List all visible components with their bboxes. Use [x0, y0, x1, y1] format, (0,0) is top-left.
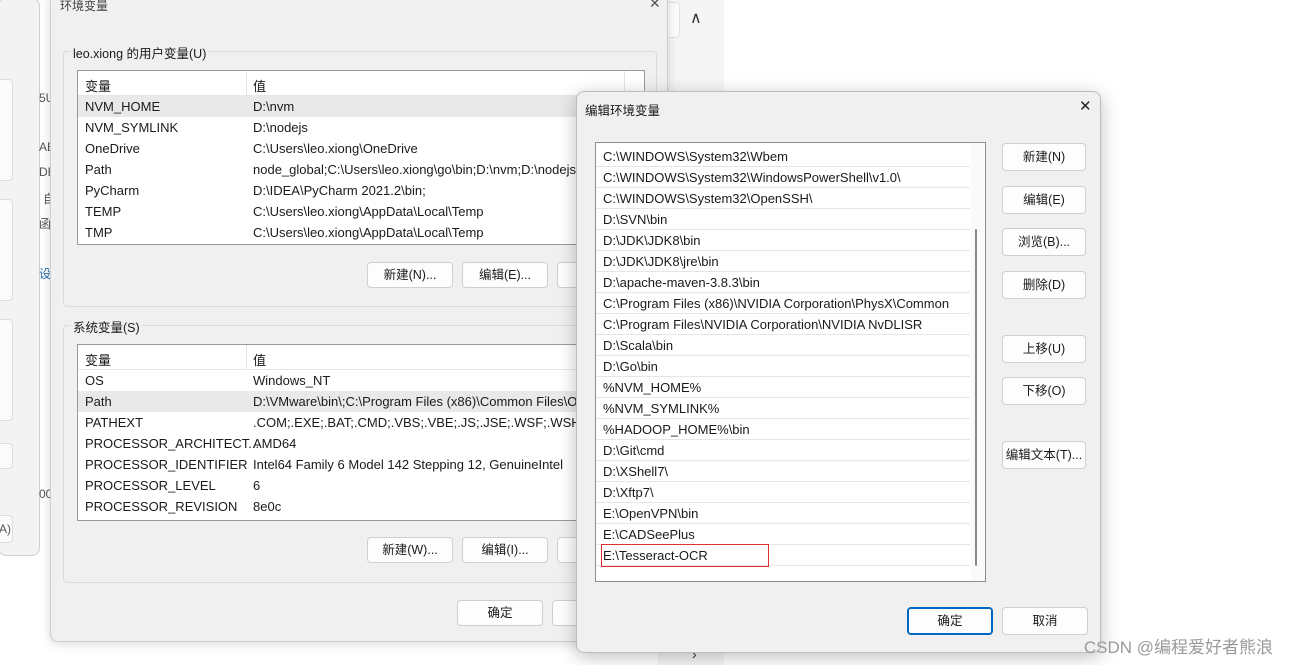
- ok-button[interactable]: 确定: [907, 607, 993, 635]
- table-row[interactable]: PROCESSOR_LEVEL 6: [78, 475, 644, 496]
- move-down-button[interactable]: 下移(O): [1002, 377, 1086, 405]
- watermark: CSDN @编程爱好者熊浪: [1083, 638, 1273, 657]
- table-row[interactable]: PATHEXT .COM;.EXE;.BAT;.CMD;.VBS;.VBE;.JS…: [78, 412, 644, 433]
- table-row[interactable]: PROCESSOR_IDENTIFIER Intel64 Family 6 Mod…: [78, 454, 644, 475]
- list-item[interactable]: D:\Scala\bin: [596, 335, 970, 356]
- system-edit-button[interactable]: 编辑(I)...: [462, 537, 548, 563]
- background-panel: [0, 443, 13, 469]
- edit-environment-variable-dialog: 编辑环境变量 ✕ C:\WINDOWS\System32\Wbem C:\WIN…: [576, 91, 1101, 653]
- list-header: 变量 值: [78, 71, 644, 96]
- list-item[interactable]: D:\JDK\JDK8\bin: [596, 230, 970, 251]
- column-header-value[interactable]: 值: [253, 350, 266, 369]
- list-item[interactable]: %NVM_HOME%: [596, 377, 970, 398]
- chevron-up-icon[interactable]: ∧: [690, 8, 702, 28]
- user-edit-button[interactable]: 编辑(E)...: [462, 262, 548, 288]
- table-row[interactable]: Path node_global;C:\Users\leo.xiong\go\bi…: [78, 159, 644, 180]
- edit-button[interactable]: 编辑(E): [1002, 186, 1086, 214]
- cancel-button[interactable]: 取消: [1002, 607, 1088, 635]
- system-variables-list[interactable]: 变量 值 OS Windows_NT Path D:\VMware\bin\;C:\…: [77, 344, 645, 521]
- scrollbar-thumb[interactable]: [975, 229, 977, 566]
- table-row[interactable]: TMP C:\Users\leo.xiong\AppData\Local\Temp: [78, 222, 644, 243]
- list-item[interactable]: C:\WINDOWS\System32\OpenSSH\: [596, 188, 970, 209]
- list-item[interactable]: C:\Program Files\NVIDIA Corporation\NVID…: [596, 314, 970, 335]
- list-header: 变量 值: [78, 345, 644, 370]
- new-button[interactable]: 新建(N): [1002, 143, 1086, 171]
- highlight-box: [601, 544, 769, 567]
- close-icon[interactable]: ✕: [1079, 97, 1092, 115]
- table-row[interactable]: TEMP C:\Users\leo.xiong\AppData\Local\Tem…: [78, 201, 644, 222]
- table-row[interactable]: PyCharm D:\IDEA\PyCharm 2021.2\bin;: [78, 180, 644, 201]
- user-variables-label: leo.xiong 的用户变量(U): [71, 43, 209, 62]
- move-up-button[interactable]: 上移(U): [1002, 335, 1086, 363]
- background-text: A): [0, 522, 11, 536]
- list-item[interactable]: %HADOOP_HOME%\bin: [596, 419, 970, 440]
- list-item[interactable]: D:\JDK\JDK8\jre\bin: [596, 251, 970, 272]
- list-item[interactable]: D:\SVN\bin: [596, 209, 970, 230]
- close-icon[interactable]: ✕: [649, 0, 661, 12]
- delete-button[interactable]: 删除(D): [1002, 271, 1086, 299]
- table-row[interactable]: NVM_SYMLINK D:\nodejs: [78, 117, 644, 138]
- list-item[interactable]: D:\XShell7\: [596, 461, 970, 482]
- list-item[interactable]: C:\WINDOWS\System32\Wbem: [596, 146, 970, 167]
- system-variables-label: 系统变量(S): [71, 317, 142, 336]
- system-new-button[interactable]: 新建(W)...: [367, 537, 453, 563]
- scrollbar[interactable]: [971, 143, 985, 581]
- list-item[interactable]: D:\Xftp7\: [596, 482, 970, 503]
- list-item[interactable]: D:\Go\bin: [596, 356, 970, 377]
- table-row[interactable]: PROCESSOR_ARCHITECT... AMD64: [78, 433, 644, 454]
- background-panel: [0, 319, 13, 421]
- table-row[interactable]: Path D:\VMware\bin\;C:\Program Files (x86…: [78, 391, 644, 412]
- column-header-variable[interactable]: 变量: [85, 350, 111, 369]
- list-item[interactable]: D:\Git\cmd: [596, 440, 970, 461]
- table-row[interactable]: OneDrive C:\Users\leo.xiong\OneDrive: [78, 138, 644, 159]
- user-new-button[interactable]: 新建(N)...: [367, 262, 453, 288]
- ok-button[interactable]: 确定: [457, 600, 543, 626]
- list-item[interactable]: E:\CADSeePlus: [596, 524, 970, 545]
- list-item[interactable]: C:\WINDOWS\System32\WindowsPowerShell\v1…: [596, 167, 970, 188]
- edit-text-button[interactable]: 编辑文本(T)...: [1002, 441, 1086, 469]
- table-row[interactable]: PROCESSOR_REVISION 8e0c: [78, 496, 644, 517]
- table-row[interactable]: NVM_HOME D:\nvm: [78, 96, 644, 117]
- user-variables-list[interactable]: 变量 值 NVM_HOME D:\nvm NVM_SYMLINK D:\nodejs…: [77, 70, 645, 245]
- list-item[interactable]: %NVM_SYMLINK%: [596, 398, 970, 419]
- background-window: 5U AE DE 自 函 设 00 A): [0, 0, 56, 556]
- dialog-title: 编辑环境变量: [585, 104, 661, 118]
- background-panel: [0, 79, 13, 181]
- column-header-variable[interactable]: 变量: [85, 76, 111, 95]
- list-item[interactable]: C:\Program Files (x86)\NVIDIA Corporatio…: [596, 293, 970, 314]
- list-item[interactable]: D:\apache-maven-3.8.3\bin: [596, 272, 970, 293]
- dialog-title: 环境变量: [60, 0, 109, 13]
- list-item[interactable]: E:\OpenVPN\bin: [596, 503, 970, 524]
- column-header-value[interactable]: 值: [253, 76, 266, 95]
- path-list[interactable]: C:\WINDOWS\System32\Wbem C:\WINDOWS\Syst…: [595, 142, 986, 582]
- browse-button[interactable]: 浏览(B)...: [1002, 228, 1086, 256]
- table-row[interactable]: OS Windows_NT: [78, 370, 644, 391]
- background-panel: [0, 199, 13, 301]
